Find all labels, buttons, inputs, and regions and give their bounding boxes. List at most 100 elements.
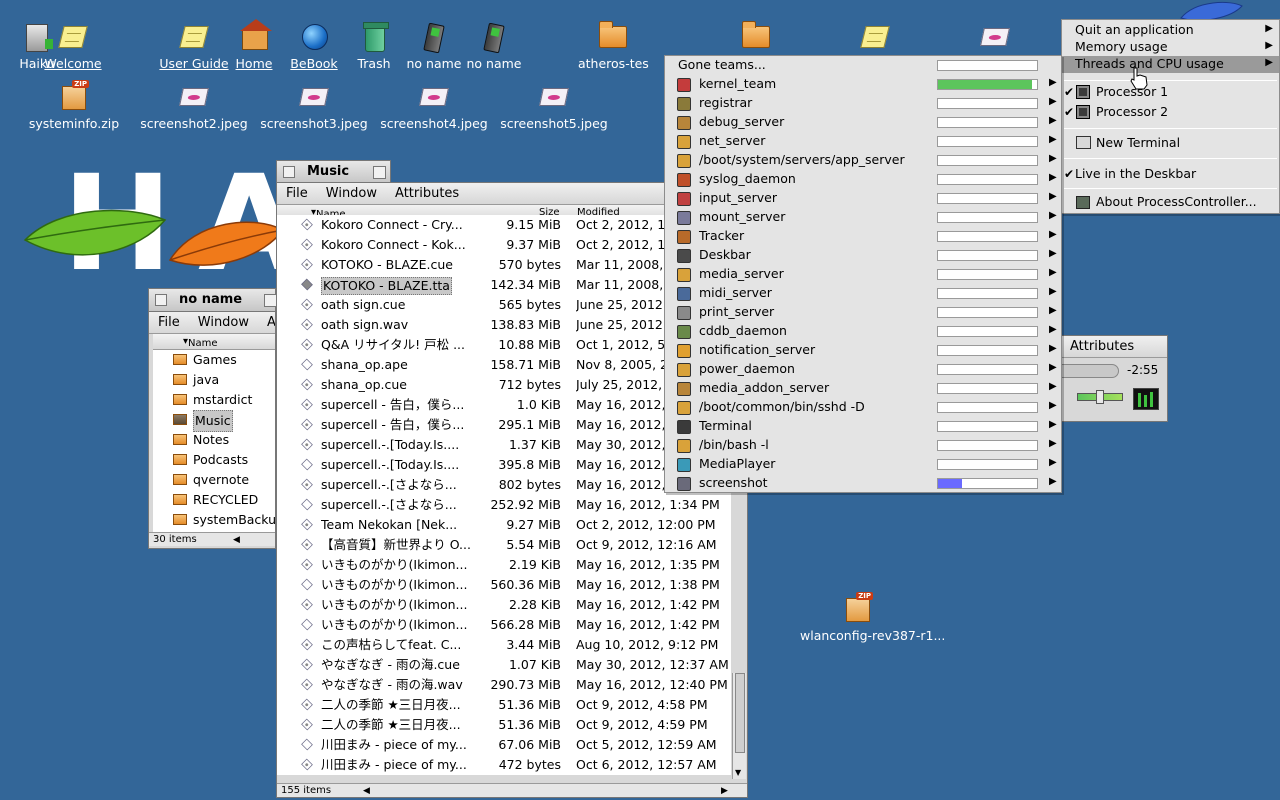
table-row[interactable]: Team Nekokan [Nek... 9.27 MiB Oct 2, 2012,…: [277, 515, 731, 535]
team-item-mount-server[interactable]: mount_server ▶: [665, 208, 1063, 227]
close-box[interactable]: [283, 166, 295, 178]
list-item[interactable]: Podcasts: [153, 450, 275, 470]
list-item[interactable]: Notes: [153, 430, 275, 450]
table-row[interactable]: やなぎなぎ - 雨の海.wav 290.73 MiB May 16, 2012, 1…: [277, 675, 731, 695]
table-row[interactable]: supercell.-.[Today.Is.... 395.8 MiB May 16…: [277, 455, 731, 475]
volume-slider[interactable]: [1077, 390, 1123, 404]
table-row[interactable]: 川田まみ - piece of my... 67.06 MiB Oct 5, 201…: [277, 735, 731, 755]
menu-attributes[interactable]: At: [258, 315, 275, 330]
vertical-scrollbar[interactable]: ▼: [732, 673, 746, 779]
team-item-tracker[interactable]: Tracker ▶: [665, 227, 1063, 246]
table-row[interactable]: shana_op.cue 712 bytes July 25, 2012,: [277, 375, 731, 395]
column-name[interactable]: ▾ Name: [183, 336, 218, 349]
menu-item-live-in-deskbar[interactable]: ✔ Live in the Deskbar: [1062, 166, 1279, 183]
desktop-note-icon[interactable]: [815, 20, 935, 56]
scroll-thumb[interactable]: [735, 673, 745, 753]
noname-window-tab[interactable]: no name: [148, 288, 277, 311]
column-header[interactable]: ▾ Name: [153, 334, 275, 350]
list-item[interactable]: mstardict: [153, 390, 275, 410]
table-row[interactable]: Q&A リサイタル! 戸松 ... 10.88 MiB Oct 1, 2012, 5: [277, 335, 731, 355]
team-item-media-addon-server[interactable]: media_addon_server ▶: [665, 379, 1063, 398]
desktop-icon-screenshot2-jpeg[interactable]: screenshot2.jpeg: [134, 80, 254, 131]
table-row[interactable]: いきものがかり(Ikimon... 566.28 MiB May 16, 2012,…: [277, 615, 731, 635]
desktop-icon-screenshot5-jpeg[interactable]: screenshot5.jpeg: [494, 80, 614, 131]
table-row[interactable]: いきものがかり(Ikimon... 2.28 KiB May 16, 2012, 1…: [277, 595, 731, 615]
table-row[interactable]: 川田まみ - piece of my... 472 bytes Oct 6, 201…: [277, 755, 731, 775]
table-row[interactable]: 二人の季節 ★三日月夜... 51.36 MiB Oct 9, 2012, 4:59…: [277, 715, 731, 735]
desktop-image-icon[interactable]: [935, 20, 1055, 56]
table-row[interactable]: supercell.-.[さよなら... 252.92 MiB May 16, 20…: [277, 495, 731, 515]
team-item-midi-server[interactable]: midi_server ▶: [665, 284, 1063, 303]
team-item-boot-system-servers-app-server[interactable]: /boot/system/servers/app_server ▶: [665, 151, 1063, 170]
desktop-icon-atheros-tes[interactable]: atheros-tes: [576, 20, 650, 71]
list-item[interactable]: RECYCLED: [153, 490, 275, 510]
table-row[interactable]: oath sign.cue 565 bytes June 25, 2012: [277, 295, 731, 315]
team-item-mediaplayer[interactable]: MediaPlayer ▶: [665, 455, 1063, 474]
menu-attributes[interactable]: Attributes: [386, 186, 468, 201]
table-row[interactable]: supercell - 告白，僕ら... 295.1 MiB May 16, 201…: [277, 415, 731, 435]
desktop-icon-systeminfo-zip[interactable]: systeminfo.zip: [14, 80, 134, 131]
table-row[interactable]: KOTOKO - BLAZE.tta 142.34 MiB Mar 11, 2008…: [277, 275, 731, 295]
menu-item-processor-2[interactable]: ✔ Processor 2: [1062, 104, 1279, 121]
seek-slider[interactable]: [1061, 364, 1119, 378]
team-item-screenshot[interactable]: screenshot ▶: [665, 474, 1063, 493]
table-row[interactable]: supercell - 告白，僕ら... 1.0 KiB May 16, 2012,: [277, 395, 731, 415]
table-row[interactable]: supercell.-.[Today.Is.... 1.37 KiB May 30,…: [277, 435, 731, 455]
table-row[interactable]: いきものがかり(Ikimon... 560.36 MiB May 16, 2012,…: [277, 575, 731, 595]
table-row[interactable]: Kokoro Connect - Cry... 9.15 MiB Oct 2, 20…: [277, 215, 731, 235]
close-box[interactable]: [155, 294, 167, 306]
menu-item-memory-usage[interactable]: Memory usage ▶: [1062, 39, 1279, 56]
gone-teams-item[interactable]: Gone teams...: [678, 57, 766, 72]
desktop-folder-icon[interactable]: [696, 20, 816, 56]
team-item-notification-server[interactable]: notification_server ▶: [665, 341, 1063, 360]
menu-item-quit-application[interactable]: Quit an application ▶: [1062, 22, 1279, 39]
menu-item-about[interactable]: About ProcessController...: [1062, 194, 1279, 211]
volume-knob[interactable]: [1096, 390, 1104, 404]
table-row[interactable]: いきものがかり(Ikimon... 2.19 KiB May 16, 2012, 1…: [277, 555, 731, 575]
table-row[interactable]: Kokoro Connect - Kok... 9.37 MiB Oct 2, 20…: [277, 235, 731, 255]
menu-item-processor-1[interactable]: ✔ Processor 1: [1062, 84, 1279, 101]
menu-attributes[interactable]: Attributes: [1061, 339, 1143, 354]
table-row[interactable]: やなぎなぎ - 雨の海.cue 1.07 KiB May 30, 2012, 12:…: [277, 655, 731, 675]
scroll-right-arrow[interactable]: ▶: [721, 784, 728, 797]
team-item-deskbar[interactable]: Deskbar ▶: [665, 246, 1063, 265]
menu-window[interactable]: Window: [317, 186, 386, 201]
team-item-print-server[interactable]: print_server ▶: [665, 303, 1063, 322]
scroll-down-arrow[interactable]: ▼: [735, 768, 741, 777]
scroll-left-arrow[interactable]: ◀: [233, 533, 240, 547]
desktop-icon-welcome[interactable]: Welcome: [36, 20, 110, 71]
desktop-icon-no-name[interactable]: no name: [457, 20, 531, 71]
zoom-box[interactable]: [373, 166, 386, 179]
desktop-icon-screenshot4-jpeg[interactable]: screenshot4.jpeg: [374, 80, 494, 131]
list-item[interactable]: Music: [153, 410, 275, 432]
list-item[interactable]: qvernote: [153, 470, 275, 490]
table-row[interactable]: supercell.-.[さよなら... 802 bytes May 16, 201…: [277, 475, 731, 495]
team-item-bin-bash-l[interactable]: /bin/bash -l ▶: [665, 436, 1063, 455]
team-item-syslog-daemon[interactable]: syslog_daemon ▶: [665, 170, 1063, 189]
menu-item-new-terminal[interactable]: New Terminal: [1062, 135, 1279, 152]
file-list[interactable]: Games java mstardict Music Notes Podcasts qver…: [153, 350, 275, 532]
table-row[interactable]: この声枯らしてfeat. C... 3.44 MiB Aug 10, 2012, 9…: [277, 635, 731, 655]
list-item[interactable]: Games: [153, 350, 275, 370]
team-item-power-daemon[interactable]: power_daemon ▶: [665, 360, 1063, 379]
list-item[interactable]: systemBacku: [153, 510, 275, 530]
team-item-terminal[interactable]: Terminal ▶: [665, 417, 1063, 436]
list-item[interactable]: java: [153, 370, 275, 390]
file-list[interactable]: Kokoro Connect - Cry... 9.15 MiB Oct 2, 20…: [277, 215, 731, 775]
team-item-input-server[interactable]: input_server ▶: [665, 189, 1063, 208]
team-item-registrar[interactable]: registrar ▶: [665, 94, 1063, 113]
desktop-icon-screenshot3-jpeg[interactable]: screenshot3.jpeg: [254, 80, 374, 131]
menu-file[interactable]: File: [277, 186, 317, 201]
desktop-icon-wlanconfig[interactable]: wlanconfig-rev387-r1...: [798, 592, 945, 643]
table-row[interactable]: KOTOKO - BLAZE.cue 570 bytes Mar 11, 2008,: [277, 255, 731, 275]
team-item-debug-server[interactable]: debug_server ▶: [665, 113, 1063, 132]
table-row[interactable]: shana_op.ape 158.71 MiB Nov 8, 2005, 2: [277, 355, 731, 375]
table-row[interactable]: oath sign.wav 138.83 MiB June 25, 2012: [277, 315, 731, 335]
team-item-boot-common-bin-sshd-d[interactable]: /boot/common/bin/sshd -D ▶: [665, 398, 1063, 417]
team-item-kernel-team[interactable]: kernel_team ▶: [665, 75, 1063, 94]
team-item-cddb-daemon[interactable]: cddb_daemon ▶: [665, 322, 1063, 341]
scroll-left-arrow[interactable]: ◀: [363, 784, 370, 797]
menu-file[interactable]: File: [149, 315, 189, 330]
team-item-net-server[interactable]: net_server ▶: [665, 132, 1063, 151]
table-row[interactable]: 二人の季節 ★三日月夜... 51.36 MiB Oct 9, 2012, 4:58…: [277, 695, 731, 715]
